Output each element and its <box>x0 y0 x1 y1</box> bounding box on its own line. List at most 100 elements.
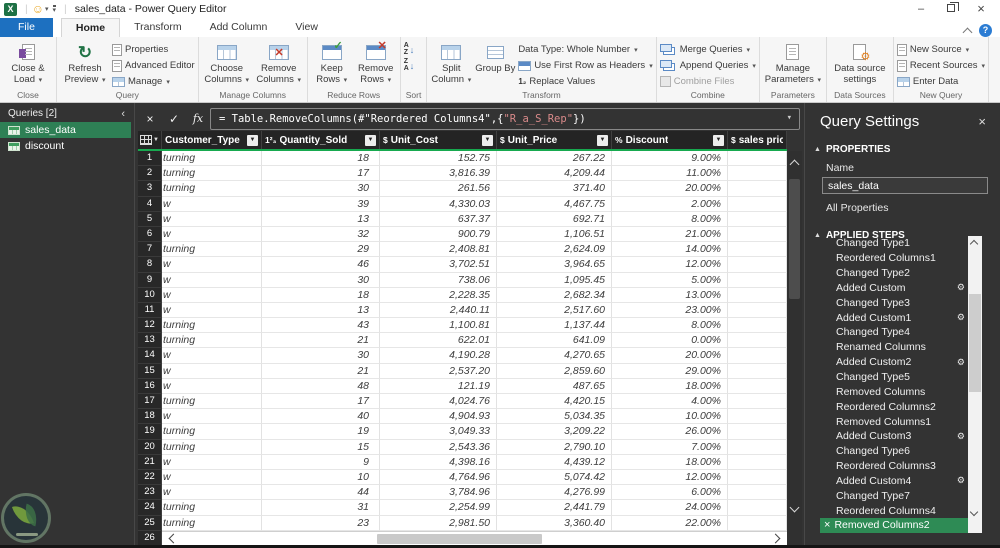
table-cell[interactable]: 21.00% <box>612 226 728 243</box>
table-cell[interactable]: turning <box>162 333 262 349</box>
row-number[interactable]: 24 <box>138 500 162 516</box>
table-cell[interactable]: 15 <box>262 439 380 455</box>
table-cell[interactable]: 7.00% <box>612 439 728 455</box>
filter-dropdown-icon[interactable]: ▼ <box>713 134 724 146</box>
table-cell[interactable] <box>728 242 787 258</box>
gear-icon[interactable]: ⚙ <box>957 357 965 368</box>
table-cell[interactable]: 1,100.81 <box>380 318 497 334</box>
combine-files-button[interactable]: Combine Files <box>659 74 756 89</box>
horizontal-scroll-thumb[interactable] <box>377 534 542 544</box>
applied-step[interactable]: Changed Type4 <box>820 325 968 340</box>
table-cell[interactable]: 2,624.09 <box>497 242 612 258</box>
select-all-corner[interactable]: ▼ <box>138 131 162 149</box>
table-cell[interactable]: 2,790.10 <box>497 439 612 455</box>
table-cell[interactable]: w <box>162 196 262 212</box>
applied-step[interactable]: Changed Type7 <box>820 488 968 503</box>
table-cell[interactable]: turning <box>162 424 262 440</box>
row-number[interactable]: 9 <box>138 272 162 288</box>
applied-step[interactable]: Changed Type5 <box>820 370 968 385</box>
table-cell[interactable]: 8.00% <box>612 318 728 334</box>
row-number[interactable]: 1 <box>138 151 162 167</box>
cancel-formula-icon[interactable]: × <box>138 112 162 126</box>
table-cell[interactable] <box>728 439 787 455</box>
table-cell[interactable]: 18 <box>262 287 380 303</box>
gear-icon[interactable]: ⚙ <box>957 312 965 323</box>
table-cell[interactable] <box>728 378 787 394</box>
table-cell[interactable]: w <box>162 348 262 364</box>
table-cell[interactable]: w <box>162 454 262 470</box>
table-cell[interactable]: 39 <box>262 196 380 212</box>
applied-step[interactable]: Changed Type3 <box>820 295 968 310</box>
delete-step-icon[interactable]: × <box>824 519 830 531</box>
table-cell[interactable]: 2.00% <box>612 196 728 212</box>
manage-button[interactable]: Manage ▾ <box>112 74 195 89</box>
table-cell[interactable]: 5,034.35 <box>497 409 612 425</box>
tab-transform[interactable]: Transform <box>120 18 195 37</box>
row-number[interactable]: 19 <box>138 424 162 440</box>
table-cell[interactable]: 3,360.40 <box>497 515 612 531</box>
grid-vertical-scrollbar[interactable] <box>787 151 802 545</box>
table-cell[interactable]: 4,420.15 <box>497 394 612 410</box>
table-cell[interactable]: 2,543.36 <box>380 439 497 455</box>
table-cell[interactable]: 261.56 <box>380 181 497 197</box>
table-cell[interactable]: 13 <box>262 302 380 319</box>
row-number[interactable]: 16 <box>138 378 162 394</box>
table-cell[interactable]: 40 <box>262 409 380 425</box>
scroll-down-icon[interactable] <box>969 507 979 517</box>
table-cell[interactable]: 2,254.99 <box>380 500 497 516</box>
table-cell[interactable]: w <box>162 409 262 425</box>
table-cell[interactable]: 2,537.20 <box>380 363 497 379</box>
table-cell[interactable]: 20.00% <box>612 348 728 364</box>
new-source-button[interactable]: New Source ▾ <box>896 42 985 57</box>
append-queries-button[interactable]: Append Queries ▾ <box>659 58 756 73</box>
table-cell[interactable] <box>728 166 787 182</box>
table-cell[interactable]: 3,816.39 <box>380 166 497 182</box>
applied-step[interactable]: Added Custom1 ⚙ <box>820 310 968 325</box>
table-cell[interactable]: turning <box>162 181 262 197</box>
table-cell[interactable]: 3,209.22 <box>497 424 612 440</box>
column-header-customer-type[interactable]: Customer_Type ▼ <box>162 131 262 149</box>
table-cell[interactable]: 32 <box>262 226 380 243</box>
table-cell[interactable]: 21 <box>262 333 380 349</box>
table-cell[interactable] <box>728 394 787 410</box>
manage-parameters-button[interactable]: Manage Parameters ▾ <box>763 39 823 86</box>
minimize-button[interactable]: – <box>906 1 936 18</box>
table-cell[interactable]: w <box>162 226 262 243</box>
refresh-preview-button[interactable]: ↻ Refresh Preview ▾ <box>60 39 110 86</box>
row-number[interactable]: 4 <box>138 196 162 212</box>
tab-view[interactable]: View <box>281 18 332 37</box>
table-cell[interactable]: 3,702.51 <box>380 257 497 273</box>
row-number[interactable]: 18 <box>138 409 162 425</box>
table-cell[interactable]: w <box>162 378 262 394</box>
remove-columns-button[interactable]: ✕ Remove Columns ▾ <box>254 39 304 86</box>
table-cell[interactable] <box>728 409 787 425</box>
all-properties-link[interactable]: All Properties <box>806 194 1000 214</box>
table-cell[interactable] <box>728 318 787 334</box>
row-number[interactable]: 13 <box>138 333 162 349</box>
applied-step[interactable]: Changed Type6 <box>820 444 968 459</box>
applied-step[interactable]: Added Custom3 ⚙ <box>820 429 968 444</box>
table-cell[interactable]: 4,904.93 <box>380 409 497 425</box>
table-cell[interactable]: 3,784.96 <box>380 485 497 501</box>
choose-columns-button[interactable]: Choose Columns ▾ <box>202 39 252 86</box>
smiley-feedback-icon[interactable]: ☺ <box>32 3 44 15</box>
table-cell[interactable]: 4,398.16 <box>380 454 497 470</box>
table-cell[interactable]: 43 <box>262 318 380 334</box>
table-cell[interactable]: turning <box>162 515 262 531</box>
data-source-settings-button[interactable]: Data source settings <box>830 39 890 85</box>
restore-button[interactable] <box>936 1 966 18</box>
row-number[interactable]: 2 <box>138 166 162 182</box>
table-cell[interactable] <box>728 500 787 516</box>
applied-step[interactable]: Added Custom4 ⚙ <box>820 474 968 489</box>
properties-button[interactable]: Properties <box>112 42 195 57</box>
row-number[interactable]: 22 <box>138 469 162 486</box>
replace-values-button[interactable]: 1₂ Replace Values <box>518 74 652 89</box>
table-cell[interactable]: 22.00% <box>612 515 728 531</box>
table-cell[interactable]: 2,682.34 <box>497 287 612 303</box>
table-cell[interactable]: 2,228.35 <box>380 287 497 303</box>
table-cell[interactable]: 18.00% <box>612 454 728 470</box>
table-cell[interactable] <box>728 196 787 212</box>
enter-data-button[interactable]: Enter Data <box>896 74 985 89</box>
column-header-unit-price[interactable]: $ Unit_Price ▼ <box>497 131 612 149</box>
recent-sources-button[interactable]: Recent Sources ▾ <box>896 58 985 73</box>
